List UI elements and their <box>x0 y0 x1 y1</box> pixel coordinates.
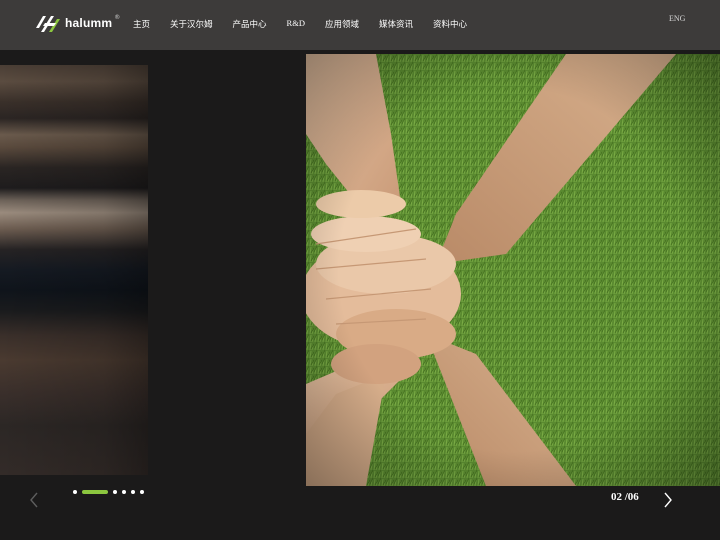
next-slide-button[interactable] <box>660 490 676 510</box>
pagination-dot[interactable] <box>131 490 135 494</box>
main-nav: 主页 关于汉尔姆 产品中心 R&D 应用领域 媒体资讯 资料中心 <box>133 18 467 30</box>
pagination-dot[interactable] <box>122 490 126 494</box>
pagination-dot-active[interactable] <box>82 490 108 494</box>
pagination-dot[interactable] <box>73 490 77 494</box>
hands-on-grass-photo <box>306 54 720 486</box>
nav-item-rd[interactable]: R&D <box>287 18 305 30</box>
nav-item-applications[interactable]: 应用领域 <box>325 18 359 30</box>
previous-slide-button[interactable] <box>26 490 42 510</box>
slide-counter: 02 /06 <box>611 491 639 503</box>
halumm-logo-icon <box>36 16 60 32</box>
current-slide-image <box>306 54 720 486</box>
logo-text: halumm <box>65 16 113 30</box>
page: halumm ® 主页 关于汉尔姆 产品中心 R&D 应用领域 媒体资讯 资料中… <box>0 0 720 540</box>
registered-mark: ® <box>114 13 121 21</box>
nav-item-media[interactable]: 媒体资讯 <box>379 18 413 30</box>
chevron-right-icon <box>664 492 672 508</box>
slide-counter-current: 02 <box>611 491 622 503</box>
chevron-left-icon <box>30 492 38 508</box>
language-switch[interactable]: ENG <box>669 14 685 23</box>
slide-counter-total: /06 <box>624 491 639 503</box>
pagination-dot[interactable] <box>113 490 117 494</box>
pagination-dot[interactable] <box>140 490 144 494</box>
nav-item-products[interactable]: 产品中心 <box>233 18 267 30</box>
nav-item-about[interactable]: 关于汉尔姆 <box>170 18 213 30</box>
nav-item-home[interactable]: 主页 <box>133 18 150 30</box>
nav-item-downloads[interactable]: 资料中心 <box>433 18 467 30</box>
header: halumm ® 主页 关于汉尔姆 产品中心 R&D 应用领域 媒体资讯 资料中… <box>0 0 720 50</box>
previous-slide-image[interactable] <box>0 65 148 475</box>
slide-pagination <box>73 490 144 494</box>
logo[interactable]: halumm ® <box>36 13 120 33</box>
